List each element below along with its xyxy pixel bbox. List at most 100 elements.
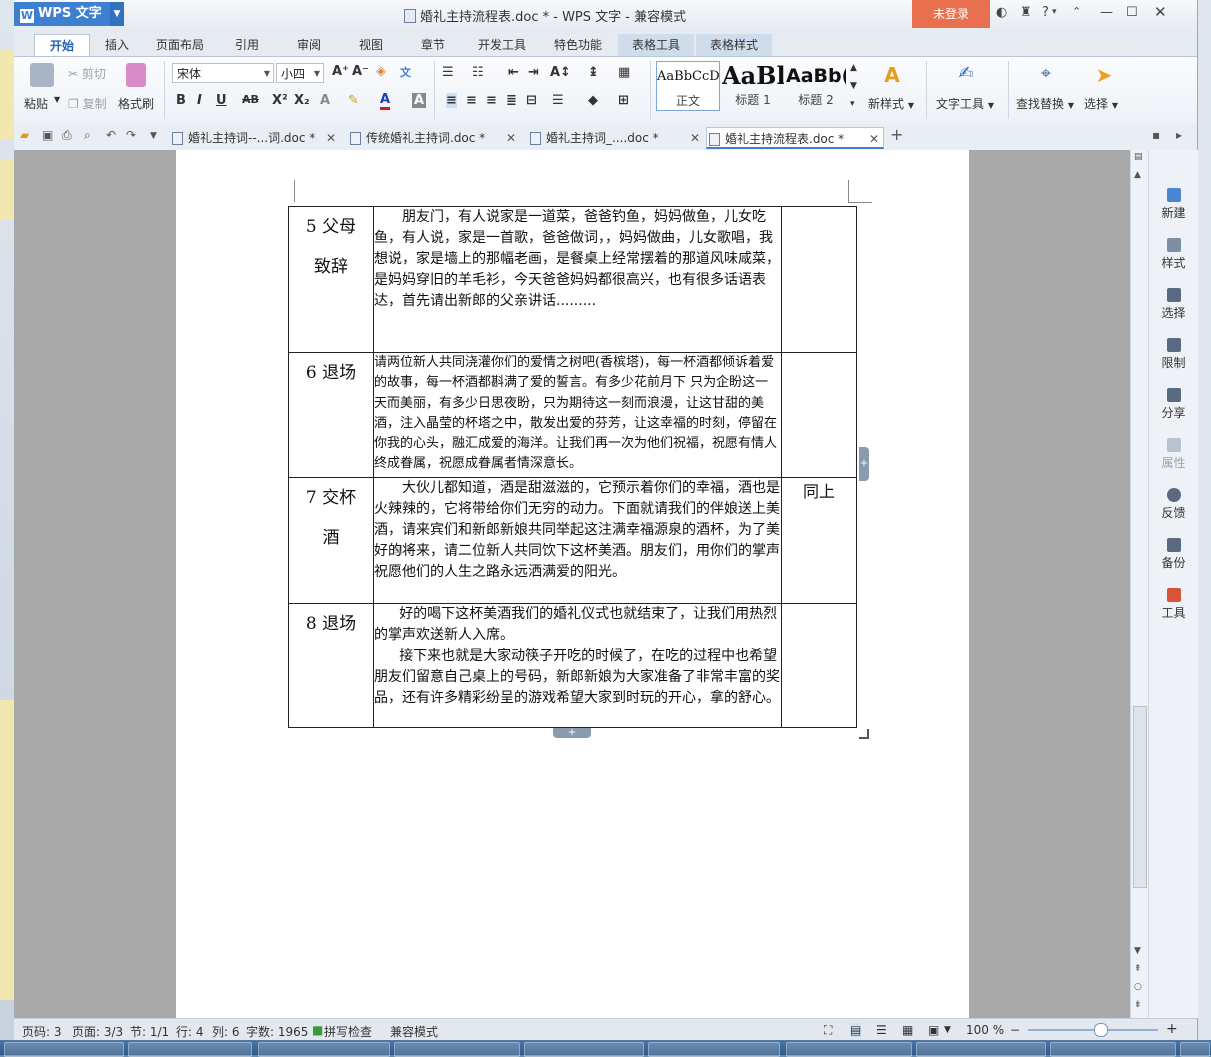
page-count[interactable]: 页面: 3/3 [72,1023,123,1040]
full-screen-icon[interactable]: ⛶ [824,1023,832,1038]
chevron-down-icon[interactable]: ▼ [944,1025,951,1035]
table-resize-handle[interactable] [859,729,869,739]
page-view-icon[interactable]: ▤ [850,1023,862,1037]
prev-page-icon[interactable]: ⇞ [1134,964,1142,974]
justify-icon[interactable]: ≣ [506,93,517,108]
login-button[interactable]: 未登录 [912,0,990,28]
text-effect-icon[interactable]: A [320,93,330,108]
font-color-icon[interactable]: A [380,93,391,110]
sidebar-item-feedback[interactable]: 反馈 [1149,488,1198,521]
close-icon[interactable]: ✕ [326,127,336,149]
shirt-icon[interactable]: ♜ [1020,5,1032,20]
maximize-button[interactable]: ☐ [1126,5,1138,20]
text-tools-button[interactable]: 文字工具 ▼ [936,95,994,112]
grow-font-icon[interactable]: A⁺ [332,64,349,79]
vertical-scrollbar[interactable]: ▤ ▲ ▼ ⇞ ○ ⇟ [1130,150,1149,1018]
scroll-down-icon[interactable]: ▼ [1134,946,1141,956]
chevron-down-icon[interactable]: ▾ [1052,7,1057,17]
bullet-list-icon[interactable]: ☰ [442,65,454,80]
outline-view-icon[interactable]: ☰ [876,1023,887,1037]
clipboard-icon[interactable] [30,63,54,87]
close-button[interactable]: ✕ [1154,3,1167,21]
sidebar-item-backup[interactable]: 备份 [1149,538,1198,571]
italic-icon[interactable]: I [197,93,202,108]
tab-table-style[interactable]: 表格样式 [696,34,772,56]
print-preview-icon[interactable]: ⌕ [84,128,91,143]
bold-icon[interactable]: B [176,93,186,108]
style-normal[interactable]: AaBbCcD 正文 [656,61,720,111]
shrink-font-icon[interactable]: A⁻ [352,64,369,79]
copy-button[interactable]: ❐ 复制 [68,95,107,112]
sidebar-item-share[interactable]: 分享 [1149,388,1198,421]
new-style-icon[interactable]: A [880,63,904,87]
sort-icon[interactable]: ↨ [588,65,599,80]
chevron-down-icon[interactable]: ▼ [110,2,124,26]
char-shading-icon[interactable]: A [412,93,427,108]
content-cell[interactable]: 大伙儿都知道，酒是甜滋滋的，它预示着你们的幸福，酒也是火辣辣的，它将带给你们无穷… [373,477,782,604]
note-cell[interactable] [781,352,857,478]
cut-button[interactable]: ✂ 剪切 [68,65,106,82]
format-painter-button[interactable]: 格式刷 [118,95,154,112]
step-cell[interactable]: 7 交杯酒 [288,477,374,604]
select-button[interactable]: 选择 ▼ [1084,95,1118,112]
align-center-icon[interactable]: ≡ [466,93,477,108]
save-icon[interactable]: ▣ [42,128,53,142]
add-column-handle[interactable]: + [859,447,869,481]
tab-table-tools[interactable]: 表格工具 [618,34,694,56]
border-icon[interactable]: ⊞ [618,93,629,108]
wedding-flow-table[interactable]: 5 父母 致辞 朋友门，有人说家是一道菜，爸爸钓鱼，妈妈做鱼，儿女吃鱼，有人说，家… [288,206,857,728]
style-scroll-up-icon[interactable]: ▲ [850,63,857,73]
table-grid-icon[interactable]: ▦ [618,65,630,80]
ribbon-collapse-icon[interactable]: ⌃ [1072,5,1081,18]
sidebar-item-style[interactable]: 样式 [1149,238,1198,271]
word-count[interactable]: 字数: 1965 [246,1023,308,1040]
strikethrough-icon[interactable]: AB [242,93,259,106]
highlight-icon[interactable]: ✎ [348,93,359,108]
tab-switch-icon[interactable]: ▸ [1176,128,1182,142]
browse-object-icon[interactable]: ○ [1134,982,1142,992]
sidebar-item-select[interactable]: 选择 [1149,288,1198,321]
note-cell[interactable]: 同上 [781,477,857,604]
binoculars-icon[interactable]: ⌖ [1034,63,1058,87]
line-spacing-icon[interactable]: ☰ [552,93,564,108]
font-size-select[interactable]: 小四 ▼ [276,63,324,83]
clear-format-icon[interactable]: ◈ [376,64,386,79]
outdent-icon[interactable]: ⇤ [508,65,519,80]
content-cell[interactable]: 请两位新人共同浇灌你们的爱情之树吧(香槟塔)，每一杯酒都倾诉着爱的故事，每一杯酒… [373,352,782,478]
help-button[interactable]: ? [1042,5,1049,20]
sidebar-item-tools[interactable]: 工具 [1149,588,1198,621]
chevron-down-icon[interactable]: ▼ [150,131,157,141]
print-icon[interactable]: ⎙ [62,128,72,143]
style-scroll-down-icon[interactable]: ▼ [850,81,857,91]
tab-list-icon[interactable]: ▪ [1152,128,1160,142]
style-heading-2[interactable]: AaBb( 标题 2 [786,61,846,111]
close-icon[interactable]: ✕ [690,127,700,149]
chevron-down-icon[interactable]: ▼ [54,95,60,104]
zoom-slider-thumb[interactable] [1093,1023,1108,1037]
step-cell[interactable]: 5 父母 致辞 [288,206,374,353]
tab-features[interactable]: 特色功能 [546,34,610,56]
superscript-icon[interactable]: X² [272,93,288,108]
style-more-icon[interactable]: ▾ [850,99,855,109]
tab-review[interactable]: 审阅 [284,34,334,56]
spell-check-toggle[interactable]: 拼写检查 [324,1023,372,1040]
undo-icon[interactable]: ↶ [106,128,116,142]
align-right-icon[interactable]: ≡ [486,93,497,108]
paste-button[interactable]: 粘贴 [24,95,48,112]
tab-developer[interactable]: 开发工具 [470,34,534,56]
cursor-icon[interactable]: ➤ [1092,63,1116,87]
doc-tab-1[interactable]: 婚礼主持词--...词.doc * ✕ [170,127,340,149]
tab-references[interactable]: 引用 [222,34,272,56]
find-replace-button[interactable]: 查找替换 ▼ [1016,95,1074,112]
column-indicator[interactable]: 列: 6 [212,1023,240,1040]
note-cell[interactable] [781,206,857,353]
close-icon[interactable]: ✕ [869,128,879,150]
page-code[interactable]: 页码: 3 [22,1023,62,1040]
text-tools-icon[interactable]: ✍ [954,63,978,87]
document-page[interactable]: ▤ ▾ 5 父母 致辞 朋友门，有人说家是一道菜，爸爸钓鱼，妈妈做鱼，儿女吃鱼，有… [176,150,969,1018]
new-style-button[interactable]: 新样式 ▼ [868,95,914,112]
content-cell[interactable]: 好的喝下这杯美酒我们的婚礼仪式也就结束了，让我们用热烈的掌声欢送新人入席。 接下来… [373,603,782,728]
web-view-icon[interactable]: ▦ [902,1023,913,1037]
step-cell[interactable]: 6 退场 [288,352,374,478]
scroll-up-icon[interactable]: ▲ [1134,170,1141,180]
